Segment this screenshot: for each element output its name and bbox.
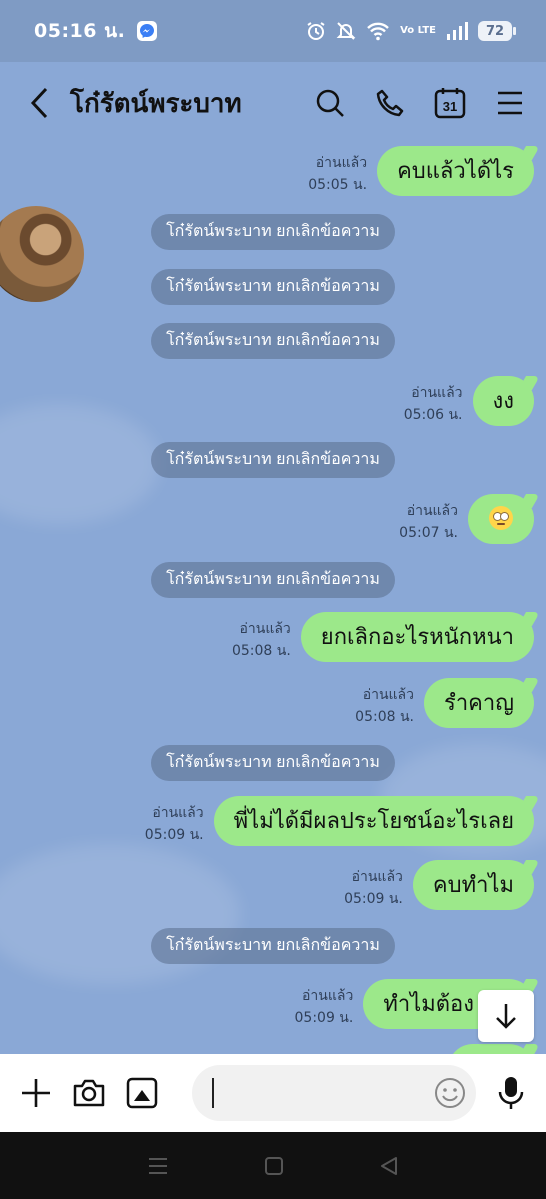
message-time: 05:08 น. (355, 709, 414, 725)
unsent-notice: โก๋รัตน์พระบาท ยกเลิกข้อความ (151, 323, 395, 359)
image-icon (126, 1077, 158, 1109)
rolling-eyes-emoji-icon (489, 506, 513, 531)
arrow-down-icon (496, 1004, 516, 1029)
search-button[interactable] (314, 87, 346, 119)
menu-button[interactable] (494, 87, 526, 119)
volte-indicator: Vo LTE (400, 25, 436, 36)
plus-icon (22, 1079, 50, 1107)
message-bubble[interactable]: งง (472, 376, 534, 426)
calendar-day: 31 (443, 99, 457, 114)
unsent-notice: โก๋รัตน์พระบาท ยกเลิกข้อความ (151, 214, 395, 250)
message-row: อ่านแล้ว 05:05 น. คบแล้วได้ไร (308, 146, 534, 196)
calendar-button[interactable]: 31 (434, 87, 466, 119)
camera-icon (73, 1079, 105, 1107)
calendar-icon: 31 (434, 88, 466, 119)
read-receipt: อ่านแล้ว (362, 687, 414, 703)
camera-button[interactable] (72, 1074, 106, 1112)
search-icon (316, 89, 344, 117)
read-receipt: อ่านแล้ว (302, 988, 354, 1004)
message-bubble[interactable]: คบทำไม (412, 860, 534, 910)
chevron-left-icon (30, 87, 48, 119)
mute-icon (336, 22, 356, 40)
message-bubble[interactable]: คบแล้วได้ไร (377, 146, 534, 196)
battery-indicator: 72 (478, 21, 516, 41)
system-nav-bar (0, 1132, 546, 1199)
message-bubble[interactable]: รำคาญ (424, 678, 534, 728)
message-row: อ่านแล้ว 05:08 น. รำคาญ (355, 678, 534, 728)
call-button[interactable] (374, 87, 406, 119)
hamburger-menu-icon (498, 91, 522, 115)
unsent-notice: โก๋รัตน์พระบาท ยกเลิกข้อความ (151, 745, 395, 781)
read-receipt: อ่านแล้ว (411, 385, 463, 401)
read-receipt: อ่านแล้ว (239, 621, 291, 637)
recents-icon[interactable] (147, 1156, 169, 1176)
status-time: 05:16 น. (34, 20, 126, 42)
message-row: อ่านแล้ว 05:09 น. พี่ไม่ได้มีผลประโยชน์อ… (145, 796, 534, 846)
chat-header: โก๋รัตน์พระบาท 31 (0, 62, 546, 144)
message-bubble[interactable] (468, 494, 534, 544)
add-button[interactable] (20, 1074, 52, 1112)
unsent-notice: โก๋รัตน์พระบาท ยกเลิกข้อความ (151, 562, 395, 598)
message-row: อ่านแล้ว 05:07 น. (399, 494, 534, 544)
message-bubble[interactable]: พี่ไม่ได้มีผลประโยชน์อะไรเลย (213, 796, 534, 846)
message-time: 05:07 น. (399, 525, 458, 541)
alarm-icon (307, 22, 325, 40)
chat-area[interactable]: อ่านแล้ว 05:05 น. คบแล้วได้ไร โก๋รัตน์พร… (0, 144, 546, 1054)
wifi-icon (367, 22, 389, 41)
microphone-icon (498, 1077, 524, 1109)
emoji-icon[interactable] (434, 1077, 466, 1109)
home-icon[interactable] (264, 1156, 284, 1176)
message-input[interactable] (212, 1078, 422, 1108)
gallery-button[interactable] (126, 1074, 158, 1112)
contact-avatar[interactable] (0, 206, 84, 302)
message-row: อ่านแล้ว 05:08 น. ยกเลิกอะไรหนักหนา (232, 612, 534, 662)
message-time: 05:09 น. (294, 1010, 354, 1026)
message-row: อ่านแล้ว 05:09 น. คบทำไม (344, 860, 534, 910)
unsent-notice: โก๋รัตน์พระบาท ยกเลิกข้อความ (151, 269, 395, 305)
message-time: 05:05 น. (308, 177, 368, 193)
read-receipt: อ่านแล้ว (152, 805, 204, 821)
read-receipt: อ่านแล้ว (406, 503, 458, 519)
message-field[interactable] (192, 1065, 476, 1121)
chat-title: โก๋รัตน์พระบาท (70, 87, 242, 118)
scroll-to-bottom-button[interactable] (478, 990, 534, 1042)
message-row: อ่านแล้ว 05:06 น. งง (404, 376, 534, 426)
message-bubble-partial[interactable] (448, 1044, 534, 1054)
signal-icon (447, 22, 468, 40)
message-time: 05:09 น. (344, 891, 403, 907)
message-input-bar (0, 1054, 546, 1132)
unsent-notice: โก๋รัตน์พระบาท ยกเลิกข้อความ (151, 928, 395, 964)
read-receipt: อ่านแล้ว (315, 155, 368, 171)
message-time: 05:09 น. (144, 827, 204, 843)
message-time: 05:08 น. (231, 643, 291, 659)
unsent-notice: โก๋รัตน์พระบาท ยกเลิกข้อความ (151, 442, 395, 478)
back-nav-icon[interactable] (379, 1156, 399, 1176)
messenger-icon (137, 21, 158, 41)
voice-button[interactable] (496, 1074, 526, 1112)
status-bar: 05:16 น. Vo LTE 72 (0, 0, 546, 62)
message-bubble[interactable]: ยกเลิกอะไรหนักหนา (300, 612, 534, 662)
phone-icon (376, 89, 404, 117)
back-button[interactable] (20, 83, 60, 123)
message-time: 05:06 น. (403, 407, 463, 423)
read-receipt: อ่านแล้ว (351, 869, 403, 885)
